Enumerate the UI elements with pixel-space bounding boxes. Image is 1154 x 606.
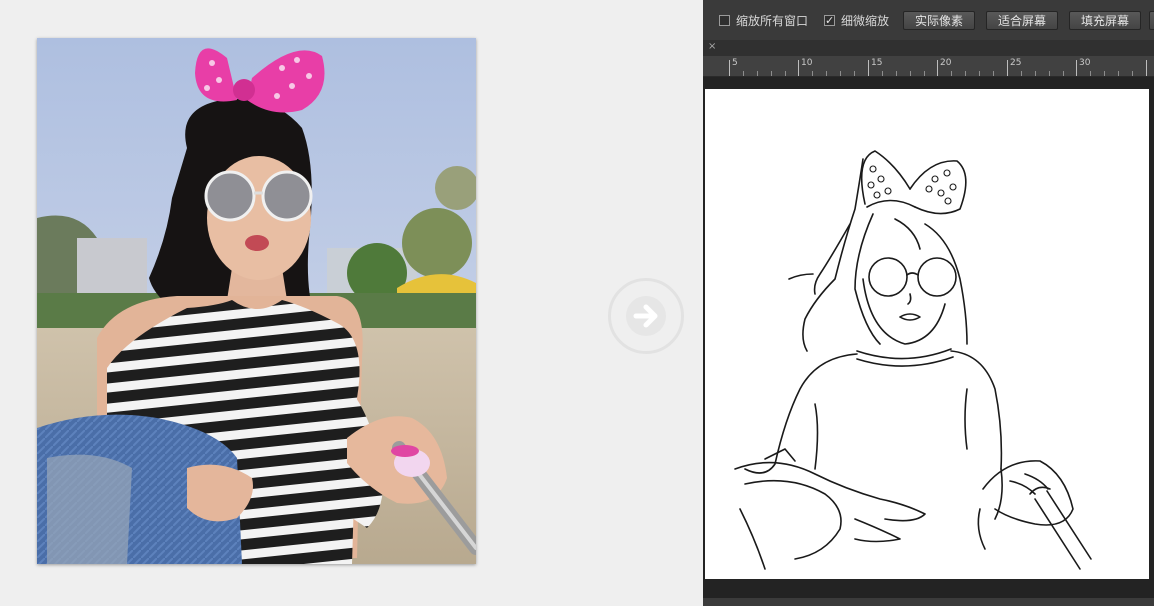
- scrubby-zoom-label: 细微缩放: [841, 13, 890, 28]
- horizontal-scrollbar[interactable]: [703, 598, 1154, 606]
- zoom-options-bar: 缩放所有窗口 ✓ 细微缩放 实际像素 适合屏幕 填充屏幕: [703, 0, 1154, 41]
- zoom-all-windows-option[interactable]: 缩放所有窗口: [719, 12, 808, 28]
- print-size-button-partial[interactable]: [1149, 11, 1154, 30]
- document-canvas-area[interactable]: [703, 77, 1154, 606]
- arrow-right-button[interactable]: [608, 278, 684, 354]
- ruler-label: 20: [940, 58, 952, 68]
- ruler-label: 30: [1079, 58, 1091, 68]
- photoshop-window: 缩放所有窗口 ✓ 细微缩放 实际像素 适合屏幕 填充屏幕 × 5 10 15 2…: [703, 0, 1154, 606]
- line-art-drawing: [734, 150, 1092, 570]
- scrubby-zoom-checkbox[interactable]: ✓: [824, 14, 835, 26]
- ruler-label: 25: [1010, 58, 1022, 68]
- ruler-label: 10: [801, 58, 813, 68]
- close-icon[interactable]: ×: [708, 41, 716, 52]
- stage: 缩放所有窗口 ✓ 细微缩放 实际像素 适合屏幕 填充屏幕 × 5 10 15 2…: [0, 0, 1154, 606]
- document-tab-strip: ×: [703, 40, 1154, 56]
- ruler-label: 5: [732, 58, 738, 68]
- fit-screen-button[interactable]: 适合屏幕: [986, 11, 1058, 30]
- original-photo: [37, 38, 476, 564]
- zoom-all-windows-label: 缩放所有窗口: [736, 13, 809, 28]
- arrow-right-icon: [626, 296, 666, 336]
- actual-pixels-button[interactable]: 实际像素: [903, 11, 975, 30]
- photo-illustration: [37, 38, 476, 564]
- line-art-canvas[interactable]: [705, 89, 1149, 579]
- zoom-all-windows-checkbox[interactable]: [719, 14, 730, 26]
- ruler-label: 15: [871, 58, 883, 68]
- scrubby-zoom-option[interactable]: ✓ 细微缩放: [824, 12, 889, 28]
- horizontal-ruler[interactable]: 5 10 15 20 25 30: [703, 56, 1154, 77]
- fill-screen-button[interactable]: 填充屏幕: [1069, 11, 1141, 30]
